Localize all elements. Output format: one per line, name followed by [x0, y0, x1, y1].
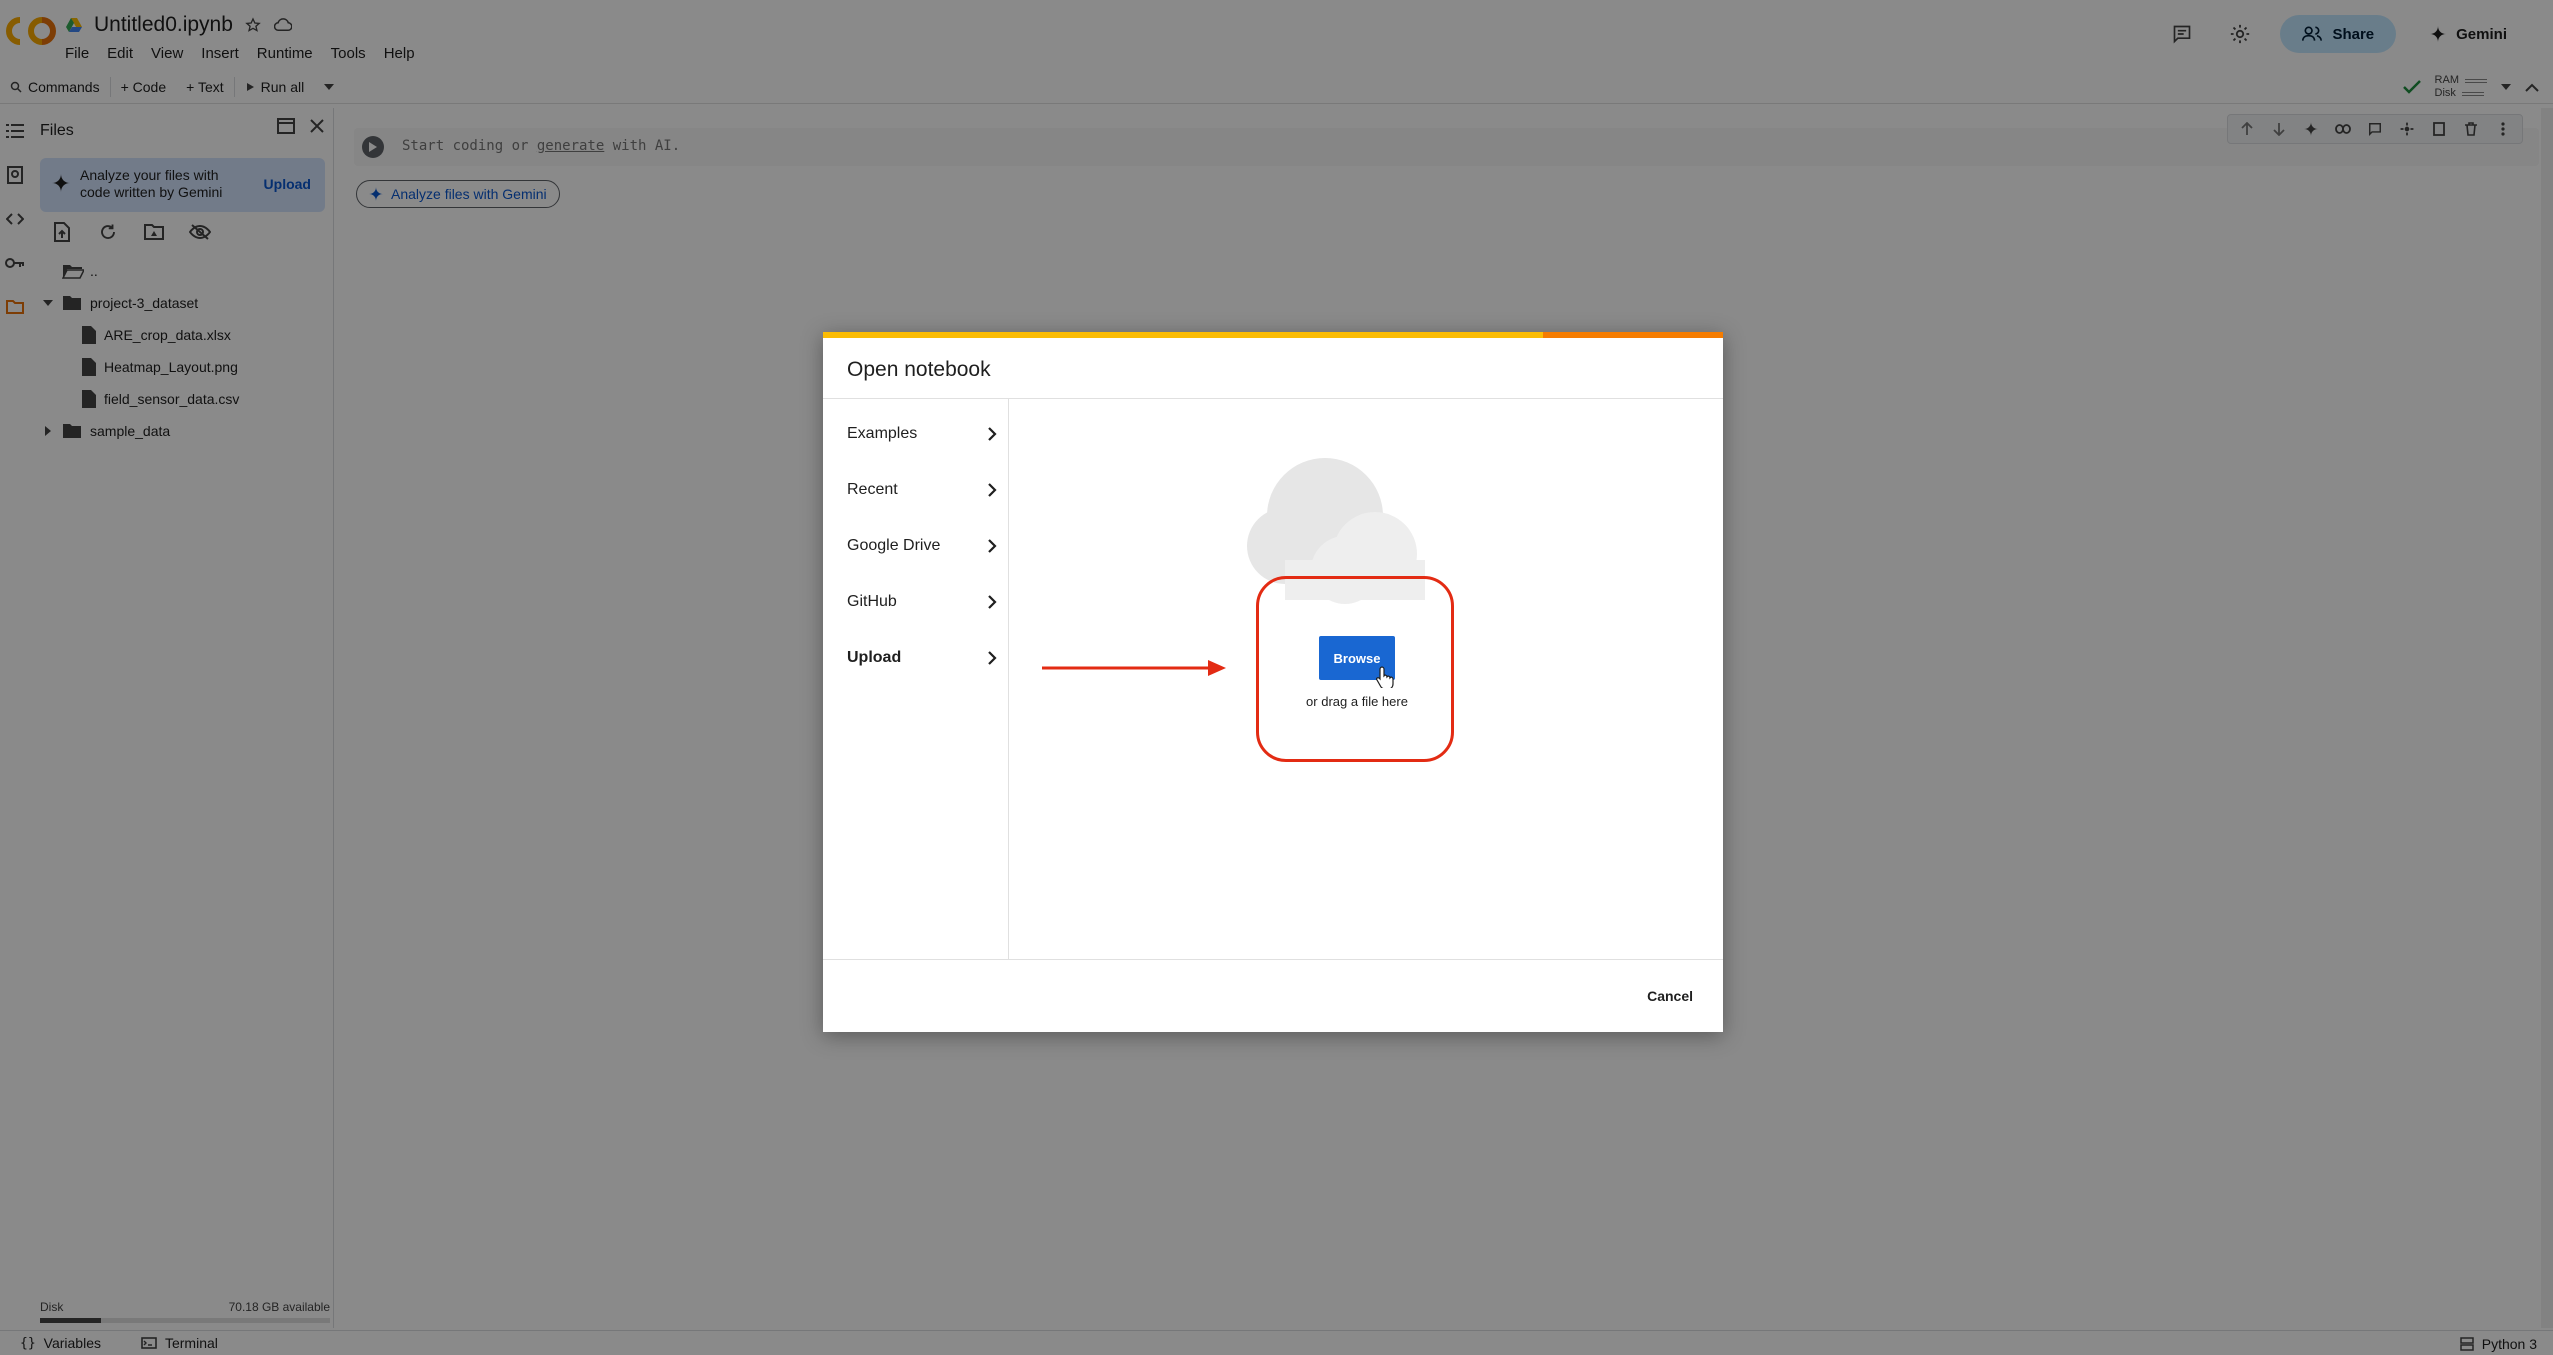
cancel-button[interactable]: Cancel — [1645, 984, 1695, 1008]
dialog-footer-divider — [823, 959, 1723, 960]
annotation-arrow — [1042, 660, 1226, 676]
annotation-highlight-box — [1256, 576, 1454, 762]
